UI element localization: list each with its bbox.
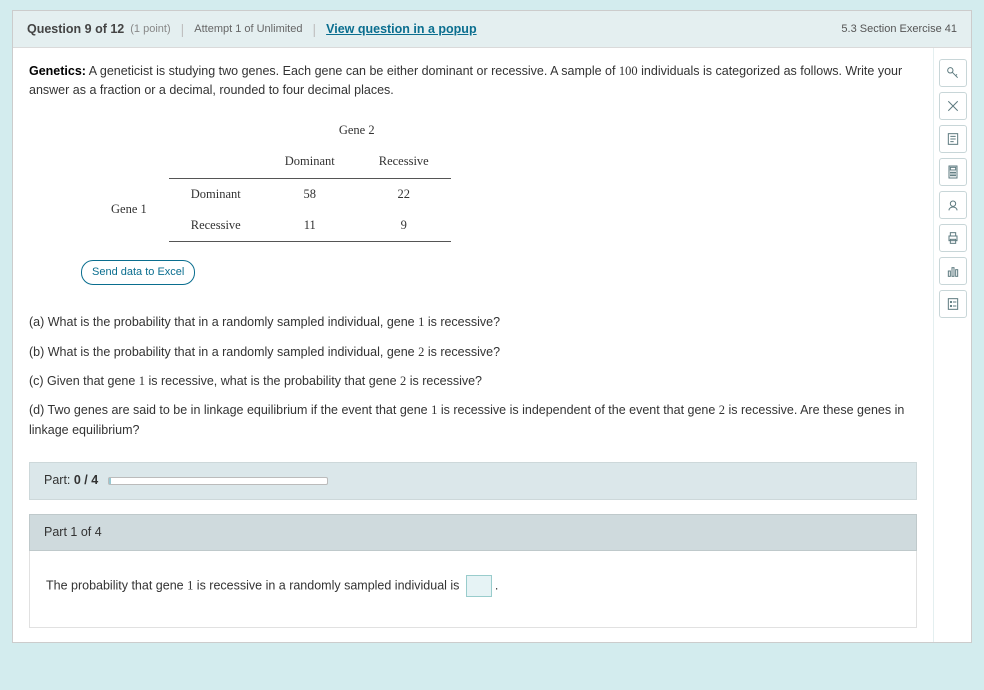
row-label: Dominant (169, 178, 263, 210)
prompt-title: Genetics: (29, 64, 86, 78)
nav-icon[interactable] (939, 92, 967, 120)
table-cell: 58 (263, 178, 357, 210)
qd-mid: is recessive is independent of the event… (437, 403, 718, 417)
progress-bar-section: Part: 0 / 4 (29, 462, 917, 499)
divider: | (181, 21, 185, 37)
qb-post: is recessive? (424, 345, 500, 359)
part-1-header: Part 1 of 4 (29, 514, 917, 551)
question-a: (a) What is the probability that in a ra… (29, 313, 917, 332)
question-b: (b) What is the probability that in a ra… (29, 343, 917, 362)
question-d: (d) Two genes are said to be in linkage … (29, 401, 917, 440)
divider: | (312, 21, 316, 37)
progress-fill (109, 478, 111, 484)
question-content: Genetics: A geneticist is studying two g… (13, 48, 933, 642)
side-toolbar (933, 48, 971, 642)
p1-post: is recessive in a randomly sampled indiv… (193, 578, 463, 592)
question-number: Question 9 of 12 (27, 22, 124, 36)
settings-icon[interactable] (939, 290, 967, 318)
key-icon[interactable] (939, 59, 967, 87)
qc-pre: (c) Given that gene (29, 374, 139, 388)
print-icon[interactable] (939, 224, 967, 252)
points-label: (1 point) (130, 23, 170, 35)
section-label: 5.3 Section Exercise 41 (841, 23, 957, 35)
calculator-icon[interactable] (939, 158, 967, 186)
prompt-text: Genetics: A geneticist is studying two g… (29, 62, 917, 101)
question-header: Question 9 of 12 (1 point) | Attempt 1 o… (13, 11, 971, 48)
progress-pre: Part: (44, 473, 74, 487)
prompt-t1: A geneticist is studying two genes. Each… (86, 64, 619, 78)
qa-pre: (a) What is the probability that in a ra… (29, 315, 418, 329)
qc-mid: is recessive, what is the probability th… (145, 374, 400, 388)
progress-label: Part: 0 / 4 (44, 471, 98, 490)
qc-post: is recessive? (406, 374, 482, 388)
qb-pre: (b) What is the probability that in a ra… (29, 345, 418, 359)
table-top-title: Gene 2 (263, 115, 451, 146)
data-table: Gene 2 Dominant Recessive Gene 1 Dominan… (89, 115, 917, 243)
table-cell: 22 (357, 178, 451, 210)
qa-post: is recessive? (424, 315, 500, 329)
table-cell: 9 (357, 210, 451, 242)
progress-track (108, 477, 328, 485)
answer-input[interactable] (466, 575, 492, 597)
notes-icon[interactable] (939, 125, 967, 153)
row-label: Recessive (169, 210, 263, 242)
p1-pre: The probability that gene (46, 578, 187, 592)
body-wrap: Genetics: A geneticist is studying two g… (13, 48, 971, 642)
question-container: Question 9 of 12 (1 point) | Attempt 1 o… (12, 10, 972, 643)
view-popup-link[interactable]: View question in a popup (326, 22, 476, 36)
stats-icon[interactable] (939, 257, 967, 285)
p1-period: . (495, 578, 498, 592)
attempt-label: Attempt 1 of Unlimited (194, 23, 302, 35)
table-cell: 11 (263, 210, 357, 242)
progress-val: 0 / 4 (74, 473, 98, 487)
table-left-title: Gene 1 (89, 178, 169, 242)
sample-n: 100 (619, 64, 638, 78)
part-1-body: The probability that gene 1 is recessive… (29, 551, 917, 628)
send-to-excel-button[interactable]: Send data to Excel (81, 260, 195, 285)
qd-pre: (d) Two genes are said to be in linkage … (29, 403, 431, 417)
col-header: Dominant (263, 146, 357, 178)
question-c: (c) Given that gene 1 is recessive, what… (29, 372, 917, 391)
col-header: Recessive (357, 146, 451, 178)
view-icon[interactable] (939, 191, 967, 219)
